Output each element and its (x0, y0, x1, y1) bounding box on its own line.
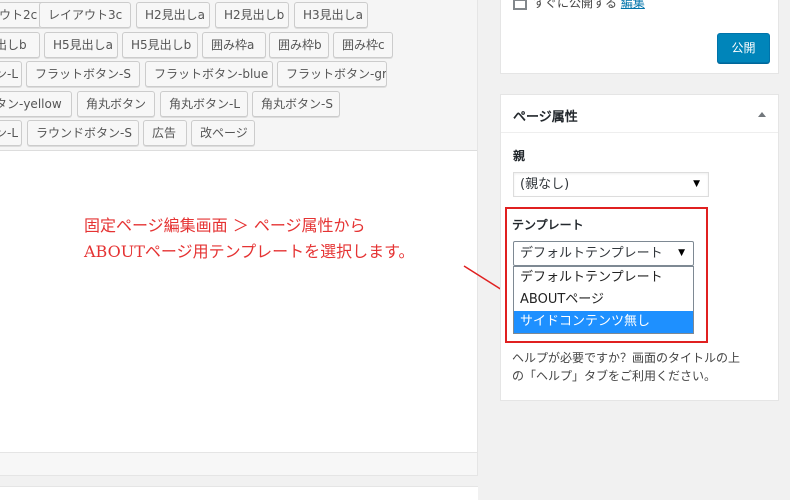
annotation-line-1: 固定ページ編集画面 ＞ ページ属性から (84, 216, 366, 235)
edit-schedule-link[interactable]: 編集 (621, 0, 645, 10)
quicktag-button[interactable]: 角丸ボタン-S (252, 91, 340, 117)
collapse-toggle-icon[interactable] (758, 112, 766, 117)
publish-button[interactable]: 公開 (717, 33, 770, 63)
next-metabox (0, 486, 478, 500)
quicktag-button[interactable]: H2見出しa (136, 2, 210, 28)
annotation-line-2: ABOUTページ用テンプレートを選択します。 (84, 242, 415, 261)
quicktag-button[interactable]: ン-L (0, 61, 22, 87)
quicktag-button[interactable]: ン-L (0, 120, 22, 146)
quicktag-button[interactable]: H2見出しb (215, 2, 289, 28)
quicktag-button[interactable]: H3見出しa (294, 2, 368, 28)
quicktag-button[interactable]: フラットボタン-S (26, 61, 140, 87)
publish-schedule: すぐに公開する 編集 (513, 0, 645, 11)
parent-select[interactable]: (親なし) ▼ (513, 172, 709, 197)
quicktag-button[interactable]: ラウンドボタン-S (27, 120, 139, 146)
publish-status-text: すぐに公開する (533, 0, 618, 10)
template-select[interactable]: デフォルトテンプレート ▼ (513, 241, 694, 266)
quicktag-button[interactable]: 囲み枠c (333, 32, 393, 58)
help-line-2: の「ヘルプ」タブをご利用ください。 (512, 369, 717, 383)
editor-status-bar (0, 452, 477, 475)
template-label: テンプレート (512, 218, 584, 232)
content-editor[interactable]: ウト2c レイアウト3c H2見出しa H2見出しb H3見出しa 出しb H5… (0, 0, 478, 476)
publish-metabox: すぐに公開する 編集 公開 (500, 0, 779, 74)
quicktags-toolbar: ウト2c レイアウト3c H2見出しa H2見出しb H3見出しa 出しb H5… (0, 0, 477, 151)
quicktag-button[interactable]: 囲み枠b (269, 32, 329, 58)
quicktag-button[interactable]: 改ページ (191, 120, 255, 146)
template-select-value: デフォルトテンプレート (520, 246, 663, 261)
quicktag-button[interactable]: 角丸ボタン (77, 91, 155, 117)
quicktag-button[interactable]: ウト2c (0, 2, 44, 28)
chevron-down-icon: ▼ (678, 248, 685, 258)
help-text: ヘルプが必要ですか？画面のタイトルの上 の「ヘルプ」タブをご利用ください。 (512, 349, 774, 385)
quicktag-button[interactable]: フラットボタン-green (277, 61, 387, 87)
quicktag-button[interactable]: 出しb (0, 32, 40, 58)
quicktag-button[interactable]: 囲み枠a (202, 32, 266, 58)
template-option-no-side-content[interactable]: サイドコンテンツ無し (514, 311, 693, 333)
parent-label: 親 (513, 149, 526, 163)
metabox-title: ページ属性 (513, 110, 578, 125)
help-line-1: ヘルプが必要ですか？画面のタイトルの上 (512, 351, 741, 365)
template-dropdown-list: デフォルトテンプレート ABOUTページ サイドコンテンツ無し (513, 266, 694, 334)
quicktag-button[interactable]: タン-yellow (0, 91, 72, 117)
instruction-annotation: 固定ページ編集画面 ＞ ページ属性から ABOUTページ用テンプレートを選択しま… (84, 213, 414, 265)
quicktag-button[interactable]: 角丸ボタン-L (160, 91, 248, 117)
quicktag-button[interactable]: レイアウト3c (39, 2, 131, 28)
quicktag-button[interactable]: H5見出しa (44, 32, 118, 58)
template-option-default[interactable]: デフォルトテンプレート (514, 267, 693, 289)
quicktag-button[interactable]: H5見出しb (122, 32, 198, 58)
template-option-about[interactable]: ABOUTページ (514, 289, 693, 311)
metabox-header[interactable]: ページ属性 (501, 95, 778, 133)
calendar-icon (513, 0, 527, 10)
quicktag-button[interactable]: フラットボタン-blue (145, 61, 273, 87)
parent-select-value: (親なし) (520, 177, 570, 192)
chevron-down-icon: ▼ (693, 179, 700, 189)
quicktag-button[interactable]: 広告 (143, 120, 187, 146)
